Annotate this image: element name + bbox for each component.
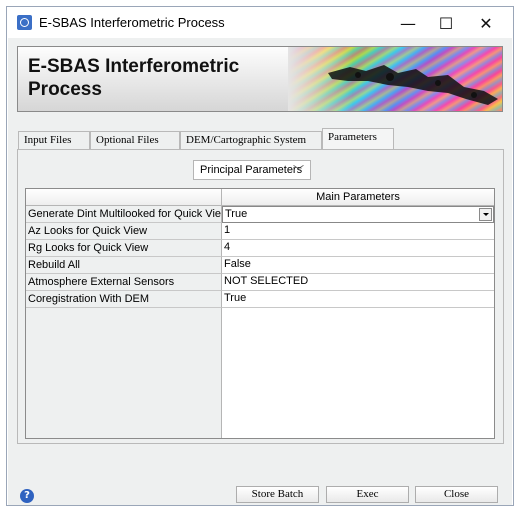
table-row: Rebuild All False <box>26 257 494 274</box>
dropdown-selected-value: Principal Parameters <box>200 164 303 176</box>
dropdown-arrow-icon[interactable] <box>479 208 492 221</box>
table-row: Rg Looks for Quick View 4 <box>26 240 494 257</box>
banner-title: E-SBAS Interferometric Process <box>28 55 288 101</box>
store-batch-button[interactable]: Store Batch <box>236 486 319 503</box>
close-window-button[interactable]: ✕ <box>469 11 503 35</box>
parameter-group-dropdown[interactable]: Principal Parameters ﹀ <box>193 160 311 180</box>
parameters-table: Main Parameters Generate Dint Multilooke… <box>25 188 495 439</box>
row-value[interactable]: 1 <box>222 223 494 240</box>
table-row: Generate Dint Multilooked for Quick View… <box>26 206 494 223</box>
app-icon <box>17 15 32 30</box>
tab-parameters[interactable]: Parameters <box>322 128 394 149</box>
close-button[interactable]: Close <box>415 486 498 503</box>
parameters-panel: Principal Parameters ﹀ Main Parameters G… <box>17 149 504 444</box>
banner-title-line1: E-SBAS Interferometric <box>28 56 240 77</box>
dialog-content: E-SBAS Interferometric Process Input Fil… <box>8 38 512 505</box>
row-value: True <box>225 208 248 220</box>
title-bar: E-SBAS Interferometric Process — ☐ ✕ <box>7 7 513 38</box>
minimize-button[interactable]: — <box>391 11 425 35</box>
banner: E-SBAS Interferometric Process <box>17 46 503 112</box>
row-value[interactable]: NOT SELECTED <box>222 274 494 291</box>
help-icon[interactable]: ? <box>20 489 34 503</box>
table-row: Coregistration With DEM True <box>26 291 494 308</box>
window: E-SBAS Interferometric Process — ☐ ✕ E-S… <box>6 6 514 506</box>
row-label: Rebuild All <box>26 257 222 274</box>
row-value[interactable]: False <box>222 257 494 274</box>
row-label: Coregistration With DEM <box>26 291 222 308</box>
tab-optional-files[interactable]: Optional Files <box>90 131 180 149</box>
banner-title-line2: Process <box>28 79 102 100</box>
header-label-column <box>26 189 222 206</box>
row-value[interactable]: 4 <box>222 240 494 257</box>
row-label: Atmosphere External Sensors <box>26 274 222 291</box>
row-label: Generate Dint Multilooked for Quick View <box>26 206 222 223</box>
tab-input-files[interactable]: Input Files <box>18 131 90 149</box>
table-row: Atmosphere External Sensors NOT SELECTED <box>26 274 494 291</box>
window-title: E-SBAS Interferometric Process <box>39 15 225 30</box>
interferogram-image <box>288 47 502 111</box>
row-label: Rg Looks for Quick View <box>26 240 222 257</box>
maximize-button[interactable]: ☐ <box>429 11 463 35</box>
tab-dem-cartographic-system[interactable]: DEM/Cartographic System <box>180 131 322 149</box>
exec-button[interactable]: Exec <box>326 486 409 503</box>
table-header: Main Parameters <box>26 189 494 206</box>
table-empty-label-area <box>26 308 222 438</box>
row-value[interactable]: True <box>222 291 494 308</box>
table-empty-value-area <box>222 308 494 438</box>
table-row: Az Looks for Quick View 1 <box>26 223 494 240</box>
chevron-down-icon: ﹀ <box>293 165 304 177</box>
row-value-combo[interactable]: True <box>222 206 494 223</box>
tab-bar: Input Files Optional Files DEM/Cartograp… <box>18 128 504 149</box>
header-main-parameters: Main Parameters <box>222 189 494 206</box>
row-label: Az Looks for Quick View <box>26 223 222 240</box>
